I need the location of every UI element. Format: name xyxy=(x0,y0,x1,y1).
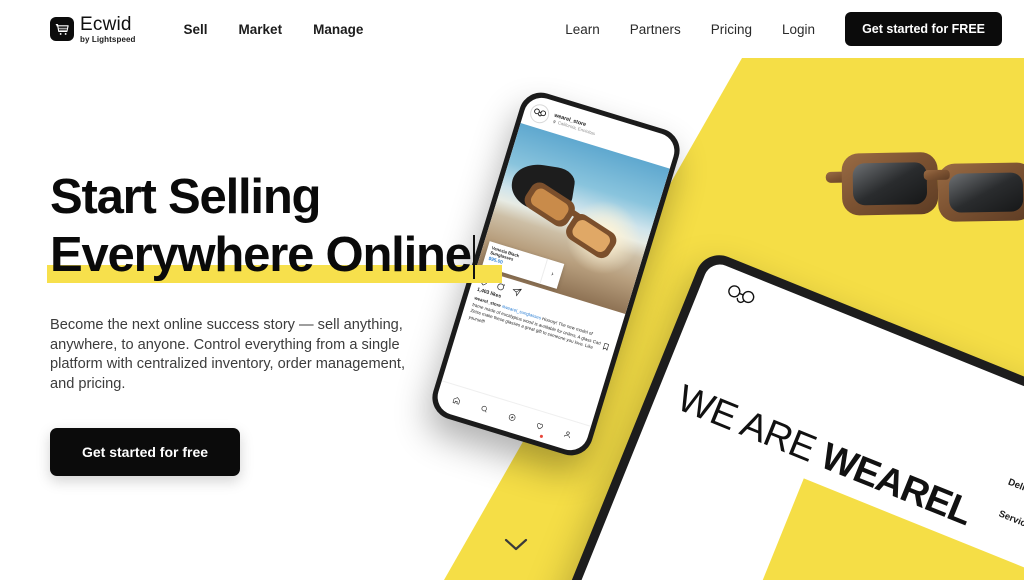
nav-item-market[interactable]: Market xyxy=(239,22,283,37)
secondary-nav: Learn Partners Pricing Login Get started… xyxy=(565,12,1002,46)
wearel-glasses-logo-icon xyxy=(720,282,757,316)
activity-icon[interactable] xyxy=(533,416,546,436)
chevron-down-icon[interactable] xyxy=(503,536,529,552)
nav-item-sell[interactable]: Sell xyxy=(184,22,208,37)
shopping-cart-icon xyxy=(50,17,74,41)
tablet-screen: Shop Delivery Service WE ARE WEAREL Wood… xyxy=(567,259,1024,580)
site-header: Ecwid by Lightspeed Sell Market Manage L… xyxy=(0,0,1024,58)
nav-item-learn[interactable]: Learn xyxy=(565,22,600,37)
profile-icon[interactable] xyxy=(562,429,572,439)
headline-line-2-wrap: Everywhere Online xyxy=(47,226,520,284)
tablet-nav-service[interactable]: Service xyxy=(997,509,1024,532)
text-cursor-caret xyxy=(472,235,475,279)
hero-content: Start Selling Everywhere Online Become t… xyxy=(47,168,520,476)
landing-page-hero: Ecwid by Lightspeed Sell Market Manage L… xyxy=(0,0,1024,580)
hero-paragraph: Become the next online success story — s… xyxy=(50,317,406,392)
sunglasses-in-photo xyxy=(524,182,617,258)
nav-item-pricing[interactable]: Pricing xyxy=(711,22,752,37)
tablet-hero-prefix: WE ARE xyxy=(671,377,831,475)
wooden-sunglasses-image xyxy=(825,152,1024,222)
hero-get-started-button[interactable]: Get started for free xyxy=(50,428,241,476)
map-pin-icon xyxy=(553,119,556,124)
headline-line-2: Everywhere Online xyxy=(50,228,472,282)
tablet-nav-delivery[interactable]: Delivery xyxy=(1006,477,1024,501)
tablet-nav: Shop Delivery Service xyxy=(994,446,1024,532)
primary-nav: Sell Market Manage xyxy=(184,22,364,37)
headline-line-1: Start Selling xyxy=(50,170,321,224)
page-title: Start Selling Everywhere Online xyxy=(47,168,520,284)
nav-item-login[interactable]: Login xyxy=(782,22,815,37)
nav-item-manage[interactable]: Manage xyxy=(313,22,363,37)
nav-item-partners[interactable]: Partners xyxy=(630,22,681,37)
wearel-glasses-logo-icon xyxy=(527,101,552,126)
logo-tagline: by Lightspeed xyxy=(80,34,136,44)
logo-name: Ecwid xyxy=(80,13,132,35)
header-get-started-button[interactable]: Get started for FREE xyxy=(845,12,1002,46)
logo[interactable]: Ecwid by Lightspeed xyxy=(50,15,136,44)
bookmark-icon[interactable] xyxy=(601,342,611,352)
